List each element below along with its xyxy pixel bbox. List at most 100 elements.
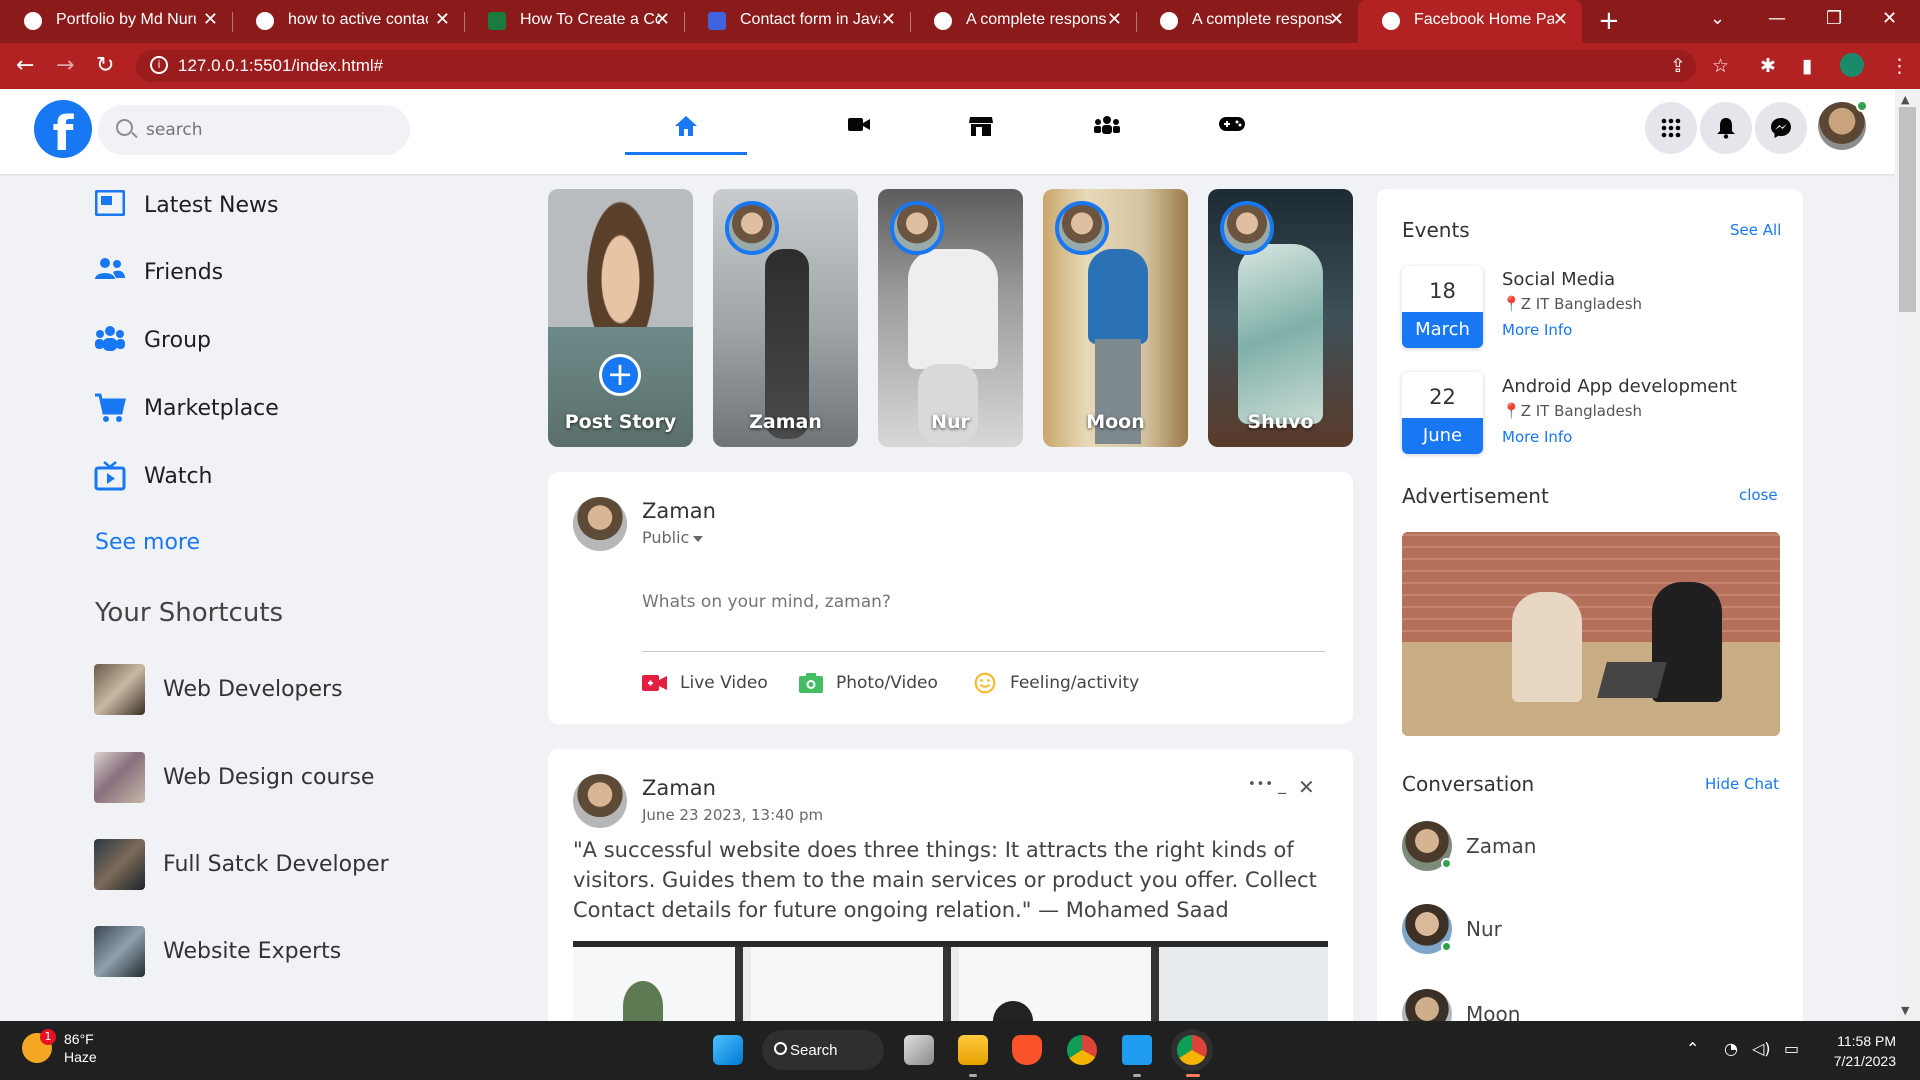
close-tab-icon[interactable]: ✕ bbox=[655, 9, 670, 30]
task-view-icon[interactable] bbox=[904, 1035, 934, 1065]
vscode-icon[interactable] bbox=[1122, 1035, 1152, 1065]
wifi-icon[interactable]: ◔ bbox=[1724, 1039, 1738, 1058]
system-clock[interactable]: 11:58 PM 7/21/2023 bbox=[1824, 1031, 1896, 1071]
weather-widget[interactable]: 1 86°F Haze bbox=[22, 1029, 97, 1066]
taskbar-search[interactable]: Search bbox=[762, 1030, 884, 1070]
browser-tab[interactable]: A complete responsiv ✕ bbox=[1136, 0, 1358, 43]
w-site-icon bbox=[488, 12, 506, 30]
shortcut-item[interactable]: Full Satck Developer bbox=[94, 839, 389, 890]
browser-tab[interactable]: Portfolio by Md Nuruz ✕ bbox=[0, 0, 232, 43]
browser-tab[interactable]: A complete responsiv ✕ bbox=[910, 0, 1136, 43]
restore-window-icon[interactable]: ❐ bbox=[1826, 8, 1842, 29]
home-nav-tab[interactable] bbox=[625, 115, 747, 155]
search-input[interactable] bbox=[146, 117, 396, 143]
close-post-icon[interactable]: ✕ bbox=[1298, 775, 1315, 799]
minimize-icon[interactable]: _ bbox=[1278, 775, 1286, 794]
search-box[interactable] bbox=[98, 105, 410, 155]
chat-contact[interactable]: Zaman bbox=[1402, 821, 1536, 871]
scroll-up-arrow-icon[interactable]: ▲ bbox=[1901, 93, 1909, 106]
new-tab-icon[interactable]: + bbox=[1598, 6, 1620, 36]
close-window-icon[interactable]: ✕ bbox=[1882, 8, 1897, 29]
page-scrollbar[interactable]: ▲ ▼ bbox=[1895, 89, 1920, 1021]
url-text[interactable]: 127.0.0.1:5501/index.html# bbox=[178, 56, 383, 76]
marketplace-nav-tab[interactable] bbox=[920, 115, 1042, 155]
show-hidden-icons-chevron[interactable]: ⌃ bbox=[1686, 1039, 1699, 1058]
hide-chat-link[interactable]: Hide Chat bbox=[1705, 775, 1779, 793]
scroll-down-arrow-icon[interactable]: ▼ bbox=[1901, 1004, 1909, 1017]
browser-profile-avatar[interactable] bbox=[1840, 53, 1864, 77]
sidebar-item-friends[interactable]: Friends bbox=[94, 257, 223, 287]
profile-avatar[interactable] bbox=[1818, 100, 1868, 150]
extensions-icon[interactable]: ✱ bbox=[1760, 55, 1776, 77]
tab-search-icon[interactable]: ⌄ bbox=[1710, 8, 1725, 29]
sidebar-item-watch[interactable]: Watch bbox=[94, 461, 213, 491]
sidebar-item-group[interactable]: Group bbox=[94, 325, 211, 355]
browser-tab[interactable]: how to active contact ✕ bbox=[232, 0, 464, 43]
notifications-button[interactable] bbox=[1700, 102, 1752, 154]
minimize-window-icon[interactable]: — bbox=[1768, 8, 1786, 29]
close-tab-icon[interactable]: ✕ bbox=[1107, 9, 1122, 30]
story-card[interactable]: Zaman bbox=[713, 189, 858, 447]
live-video-button[interactable]: Live Video bbox=[642, 672, 768, 694]
see-all-events-link[interactable]: See All bbox=[1730, 221, 1781, 239]
chrome-dev-icon[interactable] bbox=[1177, 1035, 1207, 1065]
bookmark-star-icon[interactable]: ☆ bbox=[1712, 55, 1729, 77]
chrome-icon[interactable] bbox=[1067, 1035, 1097, 1065]
address-bar[interactable]: i 127.0.0.1:5501/index.html# bbox=[136, 50, 1696, 82]
menu-grid-icon bbox=[1661, 118, 1681, 138]
chat-contact[interactable]: Nur bbox=[1402, 904, 1502, 954]
feeling-activity-button[interactable]: Feeling/activity bbox=[972, 672, 1139, 694]
story-card[interactable]: Nur bbox=[878, 189, 1023, 447]
scrollbar-thumb[interactable] bbox=[1899, 107, 1916, 312]
advertisement-image[interactable] bbox=[1402, 532, 1780, 736]
sidebar-item-marketplace[interactable]: Marketplace bbox=[94, 393, 279, 423]
groups-nav-tab[interactable] bbox=[1046, 115, 1168, 155]
more-options-icon[interactable]: ••• bbox=[1248, 777, 1274, 792]
facebook-logo[interactable]: f bbox=[34, 100, 92, 158]
browser-tab[interactable]: Contact form in JavaS ✕ bbox=[684, 0, 910, 43]
close-ad-link[interactable]: close bbox=[1739, 486, 1778, 504]
close-tab-icon[interactable]: ✕ bbox=[1329, 9, 1344, 30]
side-panel-icon[interactable]: ▮ bbox=[1802, 55, 1812, 77]
online-status-dot bbox=[1441, 858, 1452, 869]
home-icon bbox=[675, 116, 697, 136]
windows-start-icon[interactable] bbox=[713, 1035, 743, 1065]
shortcut-item[interactable]: Web Developers bbox=[94, 664, 343, 715]
brave-browser-icon[interactable] bbox=[1012, 1035, 1042, 1065]
share-icon[interactable]: ⇪ bbox=[1670, 55, 1686, 77]
browser-menu-icon[interactable]: ⋮ bbox=[1890, 55, 1909, 77]
sidebar-item-latest-news[interactable]: Latest News bbox=[94, 189, 279, 220]
gaming-nav-tab[interactable] bbox=[1171, 115, 1293, 155]
video-nav-tab[interactable] bbox=[798, 115, 920, 155]
volume-icon[interactable]: ◁) bbox=[1752, 1039, 1771, 1058]
back-icon[interactable]: ← bbox=[16, 53, 34, 78]
browser-tab-active[interactable]: Facebook Home Page ✕ bbox=[1358, 0, 1582, 43]
post-composer-input[interactable] bbox=[642, 582, 1332, 622]
shortcut-item[interactable]: Website Experts bbox=[94, 926, 341, 977]
close-tab-icon[interactable]: ✕ bbox=[435, 9, 450, 30]
add-story-icon[interactable]: + bbox=[599, 354, 641, 396]
sidebar-item-label: Latest News bbox=[144, 192, 279, 218]
story-card-post[interactable]: + Post Story bbox=[548, 189, 693, 447]
messenger-button[interactable] bbox=[1755, 102, 1807, 154]
close-tab-icon[interactable]: ✕ bbox=[203, 9, 218, 30]
site-info-icon[interactable]: i bbox=[150, 56, 168, 74]
file-explorer-icon[interactable] bbox=[958, 1035, 988, 1065]
close-tab-icon[interactable]: ✕ bbox=[881, 9, 896, 30]
browser-tab[interactable]: How To Create a Cont ✕ bbox=[464, 0, 684, 43]
see-more-link[interactable]: See more bbox=[95, 530, 200, 555]
privacy-dropdown[interactable]: Public bbox=[642, 528, 704, 547]
chat-contact[interactable]: Moon bbox=[1402, 989, 1520, 1021]
story-card[interactable]: Shuvo bbox=[1208, 189, 1353, 447]
story-card[interactable]: Moon bbox=[1043, 189, 1188, 447]
menu-grid-button[interactable] bbox=[1645, 102, 1697, 154]
event-more-info-link[interactable]: More Info bbox=[1502, 321, 1572, 339]
shortcut-item[interactable]: Web Design course bbox=[94, 752, 374, 803]
post-author-name[interactable]: Zaman bbox=[642, 776, 716, 800]
reload-icon[interactable]: ↻ bbox=[96, 53, 114, 78]
battery-icon[interactable]: ▭ bbox=[1784, 1039, 1799, 1058]
photo-video-button[interactable]: Photo/Video bbox=[798, 672, 938, 694]
forward-icon[interactable]: → bbox=[56, 53, 74, 78]
close-tab-icon[interactable]: ✕ bbox=[1553, 9, 1568, 30]
event-more-info-link[interactable]: More Info bbox=[1502, 428, 1572, 446]
